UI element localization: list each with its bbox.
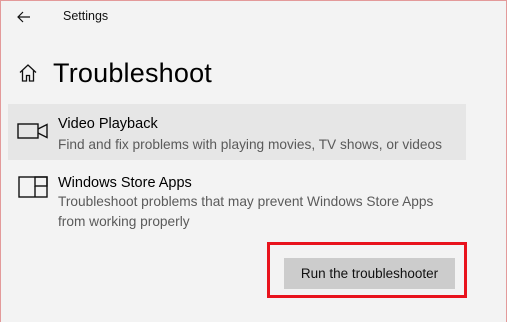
video-camera-icon [17,119,49,143]
page-header: Troubleshoot [17,55,212,91]
troubleshooter-item-windows-store-apps[interactable]: Windows Store Apps Troubleshoot problems… [8,164,466,304]
settings-window: Settings Troubleshoot Video Playback Fin… [0,0,507,322]
title-bar: Settings [1,1,506,33]
item-description: Find and fix problems with playing movie… [58,137,442,152]
item-title: Windows Store Apps [58,175,192,191]
back-button[interactable] [13,6,35,28]
run-troubleshooter-button[interactable]: Run the troubleshooter [284,258,455,289]
app-title: Settings [63,9,109,23]
home-icon[interactable] [17,62,39,84]
page-title: Troubleshoot [53,57,212,88]
item-title: Video Playback [58,116,158,132]
item-description: Troubleshoot problems that may prevent W… [58,194,434,229]
app-window-icon [17,175,49,199]
troubleshooter-item-video-playback[interactable]: Video Playback Find and fix problems wit… [8,104,466,160]
arrow-left-icon [17,11,30,23]
